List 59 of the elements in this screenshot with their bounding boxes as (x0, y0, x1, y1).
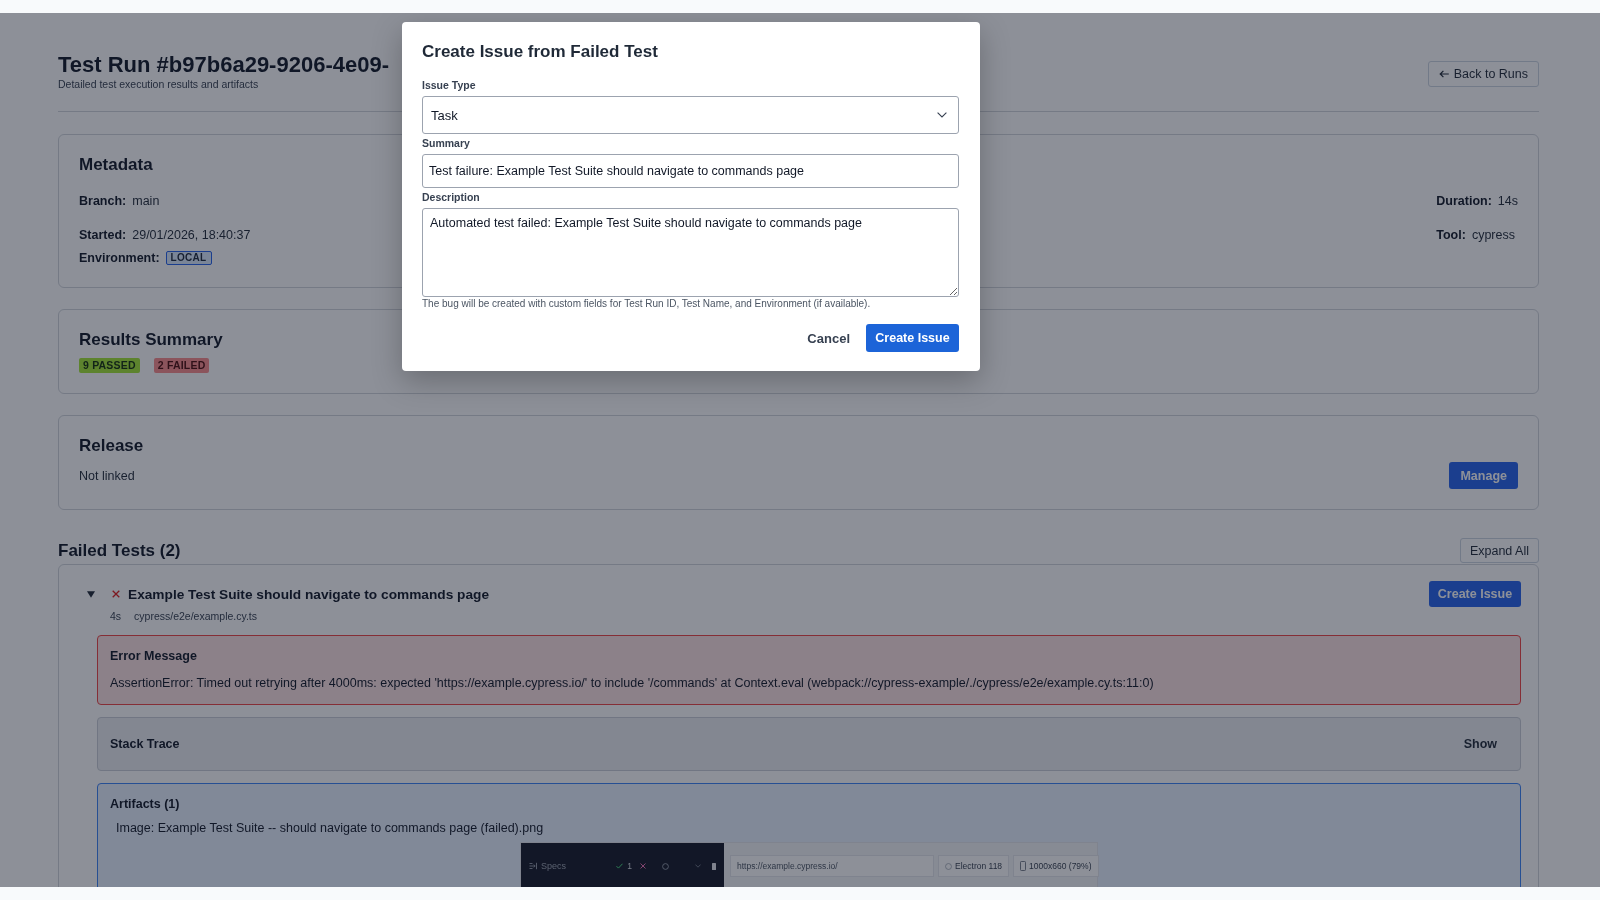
helper-text: The bug will be created with custom fields for Test Run ID, Test Name, and Environment (if available). (422, 298, 872, 310)
test-duration: 4s (110, 609, 122, 623)
url-field: https://example.cypress.io/ (730, 855, 934, 877)
viewport-label: 1000x660 (79%) (1029, 861, 1092, 871)
expand-all-button[interactable]: Expand All (1459, 538, 1539, 563)
issue-type-select[interactable]: Task (422, 96, 959, 134)
page-title: Test Run #b97b6a29-9206-4e09- (58, 53, 389, 77)
panel-heading: Error Message (110, 648, 198, 664)
card-heading: Results Summary (79, 330, 223, 350)
caret-down-icon[interactable] (87, 590, 95, 598)
field-label: Started: (79, 228, 127, 242)
field-label: Branch: (79, 194, 127, 208)
card-heading: Metadata (79, 155, 153, 175)
section-heading: Failed Tests (2) (58, 540, 181, 561)
dialog-title: Create Issue from Failed Test (422, 41, 659, 63)
test-file-path: cypress/e2e/example.cy.ts (134, 609, 258, 623)
field-label: Environment: (79, 251, 160, 265)
card-heading: Release (79, 436, 144, 456)
field-label: Description (422, 190, 481, 204)
panel-heading: Stack Trace (110, 736, 180, 752)
test-title: Example Test Suite should navigate to commands page (128, 586, 491, 602)
summary-field[interactable]: Test failure: Example Test Suite should navigate to commands page (422, 154, 959, 188)
field-value: 14s (1497, 194, 1518, 208)
create-issue-button[interactable]: Create Issue (1429, 581, 1521, 607)
cross-icon (112, 590, 120, 598)
check-icon (616, 863, 624, 869)
submit-button[interactable]: Create Issue (866, 324, 959, 352)
passed-count: 1 (627, 861, 632, 871)
cross-icon (640, 863, 646, 869)
cancel-button[interactable]: Cancel (807, 330, 850, 346)
error-text: AssertionError: Timed out retrying after 4000ms: expected 'https://example.cypress.io/' to include '/commands' at Context.eval (webpack://cypress-example/./cypress/e2e/example.cy.ts:11:0) (110, 675, 1155, 691)
field-value: 29/01/2026, 18:40:37 (132, 228, 251, 242)
panel-heading: Artifacts (1) (110, 796, 181, 812)
chevron-down-icon (937, 112, 947, 118)
arrow-left-icon (1438, 70, 1449, 78)
circle-icon (945, 862, 952, 870)
field-value: cypress (1471, 228, 1515, 242)
square-icon (712, 862, 716, 870)
phone-icon (1020, 861, 1027, 871)
artifact-filename: Image: Example Test Suite -- should navigate to commands page (failed).png (116, 820, 545, 836)
description-field[interactable]: Automated test failed: Example Test Suite should navigate to commands page (422, 208, 959, 297)
field-value: main (132, 194, 160, 208)
environment-tag: LOCAL (165, 251, 212, 265)
field-label: Duration: (1436, 194, 1492, 208)
failed-count-tag: 2 FAILED (153, 358, 210, 373)
release-status: Not linked (79, 468, 135, 483)
show-button[interactable]: Show (1463, 737, 1497, 751)
back-button[interactable]: Back to Runs (1427, 61, 1539, 87)
specs-label: Specs (541, 860, 566, 873)
field-label: Summary (422, 136, 471, 150)
page-subtitle: Detailed test execution results and artifacts (58, 77, 260, 91)
manage-button[interactable]: Manage (1449, 462, 1518, 489)
passed-count-tag: 9 PASSED (79, 358, 140, 373)
field-label: Tool: (1436, 228, 1466, 242)
browser-label: Electron 118 (955, 861, 1003, 871)
field-label: Issue Type (422, 78, 477, 92)
ring-icon (662, 862, 669, 870)
chevron-down-icon (695, 864, 701, 868)
sidebar-icon (529, 862, 537, 870)
